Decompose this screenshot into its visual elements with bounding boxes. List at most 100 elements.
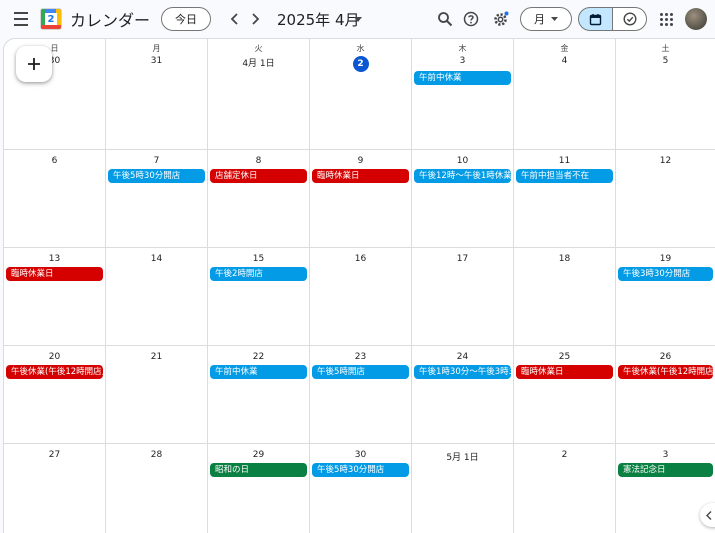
day-cell[interactable]: 7 [106, 150, 208, 248]
day-cell[interactable]: 17 [412, 248, 514, 346]
current-month-label[interactable]: 2025年 4月 [277, 8, 360, 30]
day-cell[interactable]: 土5 [616, 39, 715, 150]
date-number[interactable]: 23 [310, 352, 411, 362]
day-cell[interactable]: 28 [106, 444, 208, 533]
day-cell[interactable]: 27 [4, 444, 106, 533]
day-cell[interactable]: 24 [412, 346, 514, 444]
date-number[interactable]: 30 [310, 450, 411, 460]
previous-month-button[interactable] [226, 9, 244, 29]
date-number[interactable]: 19 [616, 254, 715, 264]
day-cell[interactable]: 2 [514, 444, 616, 533]
date-number[interactable]: 3 [616, 450, 715, 460]
day-cell[interactable]: 火 4月 1日 [208, 39, 310, 150]
day-cell[interactable]: 8 [208, 150, 310, 248]
day-cell[interactable]: 9 [310, 150, 412, 248]
date-number[interactable]: 15 [208, 254, 309, 264]
event-chip[interactable]: 午後休業(午後12時開店) [618, 365, 713, 379]
date-number[interactable]: 4月 1日 [208, 56, 309, 69]
date-number[interactable]: 6 [4, 156, 105, 166]
date-number[interactable]: 8 [208, 156, 309, 166]
day-cell[interactable]: 18 [514, 248, 616, 346]
help-button[interactable] [461, 9, 481, 29]
day-cell[interactable]: 水2 [310, 39, 412, 150]
date-number[interactable]: 28 [106, 450, 207, 460]
day-cell[interactable]: 木3 [412, 39, 514, 150]
date-number[interactable]: 24 [412, 352, 513, 362]
date-number[interactable]: 27 [4, 450, 105, 460]
event-chip[interactable]: 午後12時～午後1時休業 [414, 169, 511, 183]
date-number[interactable]: 14 [106, 254, 207, 264]
date-number[interactable]: 16 [310, 254, 411, 264]
day-cell[interactable]: 29 [208, 444, 310, 533]
event-chip[interactable]: 憲法記念日 [618, 463, 713, 477]
day-cell[interactable]: 22 [208, 346, 310, 444]
day-cell[interactable]: 20 [4, 346, 106, 444]
search-button[interactable] [435, 9, 455, 29]
day-cell[interactable]: 11 [514, 150, 616, 248]
day-cell[interactable]: 10 [412, 150, 514, 248]
date-number[interactable]: 29 [208, 450, 309, 460]
google-apps-button[interactable] [656, 9, 676, 29]
event-chip[interactable]: 臨時休業日 [516, 365, 613, 379]
day-cell[interactable]: 19 [616, 248, 715, 346]
settings-button[interactable] [490, 9, 510, 29]
day-cell[interactable]: 30 [310, 444, 412, 533]
day-cell[interactable]: 15 [208, 248, 310, 346]
view-switcher-button[interactable]: 月 [520, 7, 572, 31]
event-chip[interactable]: 午前中休業 [414, 71, 511, 85]
date-number[interactable]: 9 [310, 156, 411, 166]
day-cell[interactable]: 23 [310, 346, 412, 444]
tasks-view-toggle[interactable] [612, 7, 647, 31]
date-number[interactable]: 2 [514, 450, 615, 460]
date-number[interactable]: 13 [4, 254, 105, 264]
date-number[interactable]: 17 [412, 254, 513, 264]
event-chip[interactable]: 午後5時30分開店 [312, 463, 409, 477]
date-number[interactable]: 12 [616, 156, 715, 166]
create-event-button[interactable] [16, 46, 52, 82]
event-chip[interactable]: 店舗定休日 [210, 169, 307, 183]
event-chip[interactable]: 午後5時開店 [312, 365, 409, 379]
date-number[interactable]: 10 [412, 156, 513, 166]
day-cell[interactable]: 14 [106, 248, 208, 346]
event-chip[interactable]: 臨時休業日 [312, 169, 409, 183]
date-number[interactable]: 5月 1日 [412, 450, 513, 463]
date-number[interactable]: 4 [514, 56, 615, 66]
next-month-button[interactable] [246, 9, 264, 29]
event-chip[interactable]: 臨時休業日 [6, 267, 103, 281]
calendar-view-toggle[interactable] [578, 7, 613, 31]
day-cell[interactable]: 16 [310, 248, 412, 346]
event-chip[interactable]: 午後5時30分開店 [108, 169, 205, 183]
date-number[interactable]: 20 [4, 352, 105, 362]
date-number[interactable]: 26 [616, 352, 715, 362]
date-number[interactable]: 5 [616, 56, 715, 66]
event-chip[interactable]: 午前中担当者不在 [516, 169, 613, 183]
event-chip[interactable]: 午後3時30分開店 [618, 267, 713, 281]
today-button[interactable]: 今日 [161, 7, 211, 31]
date-number[interactable]: 11 [514, 156, 615, 166]
date-number[interactable]: 31 [106, 56, 207, 66]
day-cell[interactable]: 25 [514, 346, 616, 444]
event-chip[interactable]: 午後休業(午後12時開店) [6, 365, 103, 379]
date-number[interactable]: 21 [106, 352, 207, 362]
day-cell[interactable]: 13 [4, 248, 106, 346]
day-cell[interactable]: 21 [106, 346, 208, 444]
event-chip[interactable]: 午後2時開店 [210, 267, 307, 281]
month-dropdown-icon[interactable] [352, 10, 364, 28]
day-cell[interactable]: 金4 [514, 39, 616, 150]
event-chip[interactable]: 午前中休業 [210, 365, 307, 379]
date-number[interactable]: 18 [514, 254, 615, 264]
day-cell[interactable]: 6 [4, 150, 106, 248]
account-avatar[interactable] [685, 8, 707, 30]
day-cell[interactable]: 5月 1日 [412, 444, 514, 533]
date-number[interactable]: 22 [208, 352, 309, 362]
date-number[interactable]: 3 [412, 56, 513, 66]
date-number[interactable]: 25 [514, 352, 615, 362]
day-cell[interactable]: 12 [616, 150, 715, 248]
event-chip[interactable]: 午後1時30分～午後3時3 [414, 365, 511, 379]
day-cell[interactable]: 月 31 [106, 39, 208, 150]
main-menu-button[interactable] [10, 8, 32, 30]
today-date-number[interactable]: 2 [352, 56, 369, 72]
day-cell[interactable]: 26 [616, 346, 715, 444]
calendar-logo-icon[interactable]: 2 [40, 8, 62, 30]
date-number[interactable]: 7 [106, 156, 207, 166]
